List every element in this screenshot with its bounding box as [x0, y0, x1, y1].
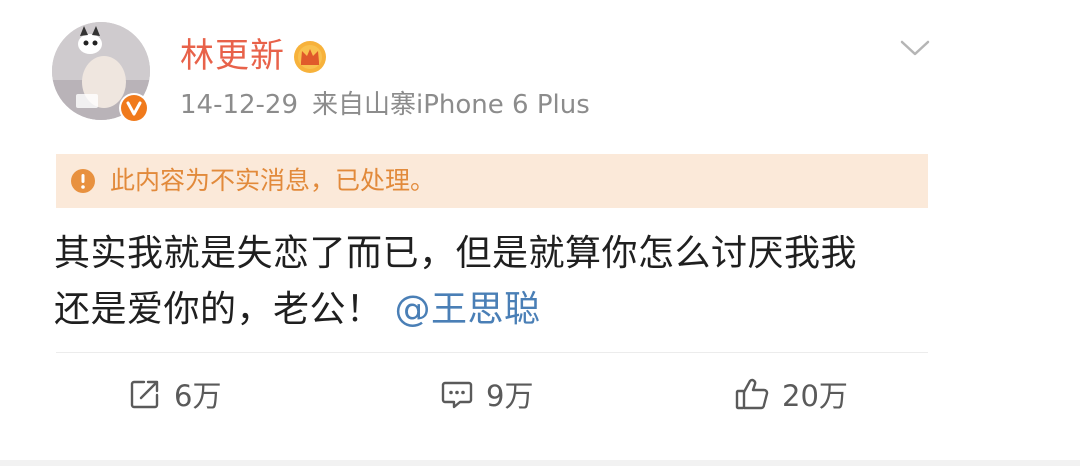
post-text-line-1: 其实我就是失恋了而已，但是就算你怎么讨厌我我 — [54, 233, 858, 274]
divider — [56, 352, 928, 353]
chevron-down-icon[interactable] — [898, 36, 932, 60]
post-source[interactable]: 来自山寨iPhone 6 Plus — [312, 90, 590, 120]
card-bottom-edge — [0, 460, 1080, 466]
post-text-line-2-content: 还是爱你的，老公！ — [54, 289, 383, 330]
verified-v-icon — [121, 95, 147, 121]
false-info-notice: 此内容为不实消息，已处理。 — [56, 154, 928, 208]
repost-icon — [130, 380, 159, 409]
like-button[interactable]: 20万 — [734, 372, 848, 416]
verified-badge — [119, 93, 149, 123]
post-meta: 14-12-29 来自山寨iPhone 6 Plus — [180, 88, 590, 122]
thumbs-up-icon — [735, 378, 769, 410]
like-count: 20万 — [782, 379, 848, 413]
warning-circle-icon — [70, 168, 96, 194]
post-body: 其实我就是失恋了而已，但是就算你怎么讨厌我我 还是爱你的，老公！ @王思聪 — [54, 226, 934, 338]
repost-button[interactable]: 6万 — [128, 372, 221, 416]
mention-link[interactable]: @王思聪 — [394, 289, 540, 330]
notice-text: 此内容为不实消息，已处理。 — [110, 166, 436, 195]
comment-button[interactable]: 9万 — [440, 372, 533, 416]
comment-count: 9万 — [486, 379, 534, 413]
repost-count: 6万 — [174, 379, 222, 413]
username[interactable]: 林更新 — [180, 34, 285, 78]
comment-icon — [441, 381, 473, 409]
post-date: 14-12-29 — [180, 90, 299, 120]
weibo-post-card: 林更新 14-12-29 来自山寨iPhone 6 Plus 此内容为不实消息，已… — [0, 0, 1080, 466]
post-text-line-2: 还是爱你的，老公！ @王思聪 — [54, 282, 934, 338]
vip-crown-icon[interactable] — [291, 38, 329, 76]
